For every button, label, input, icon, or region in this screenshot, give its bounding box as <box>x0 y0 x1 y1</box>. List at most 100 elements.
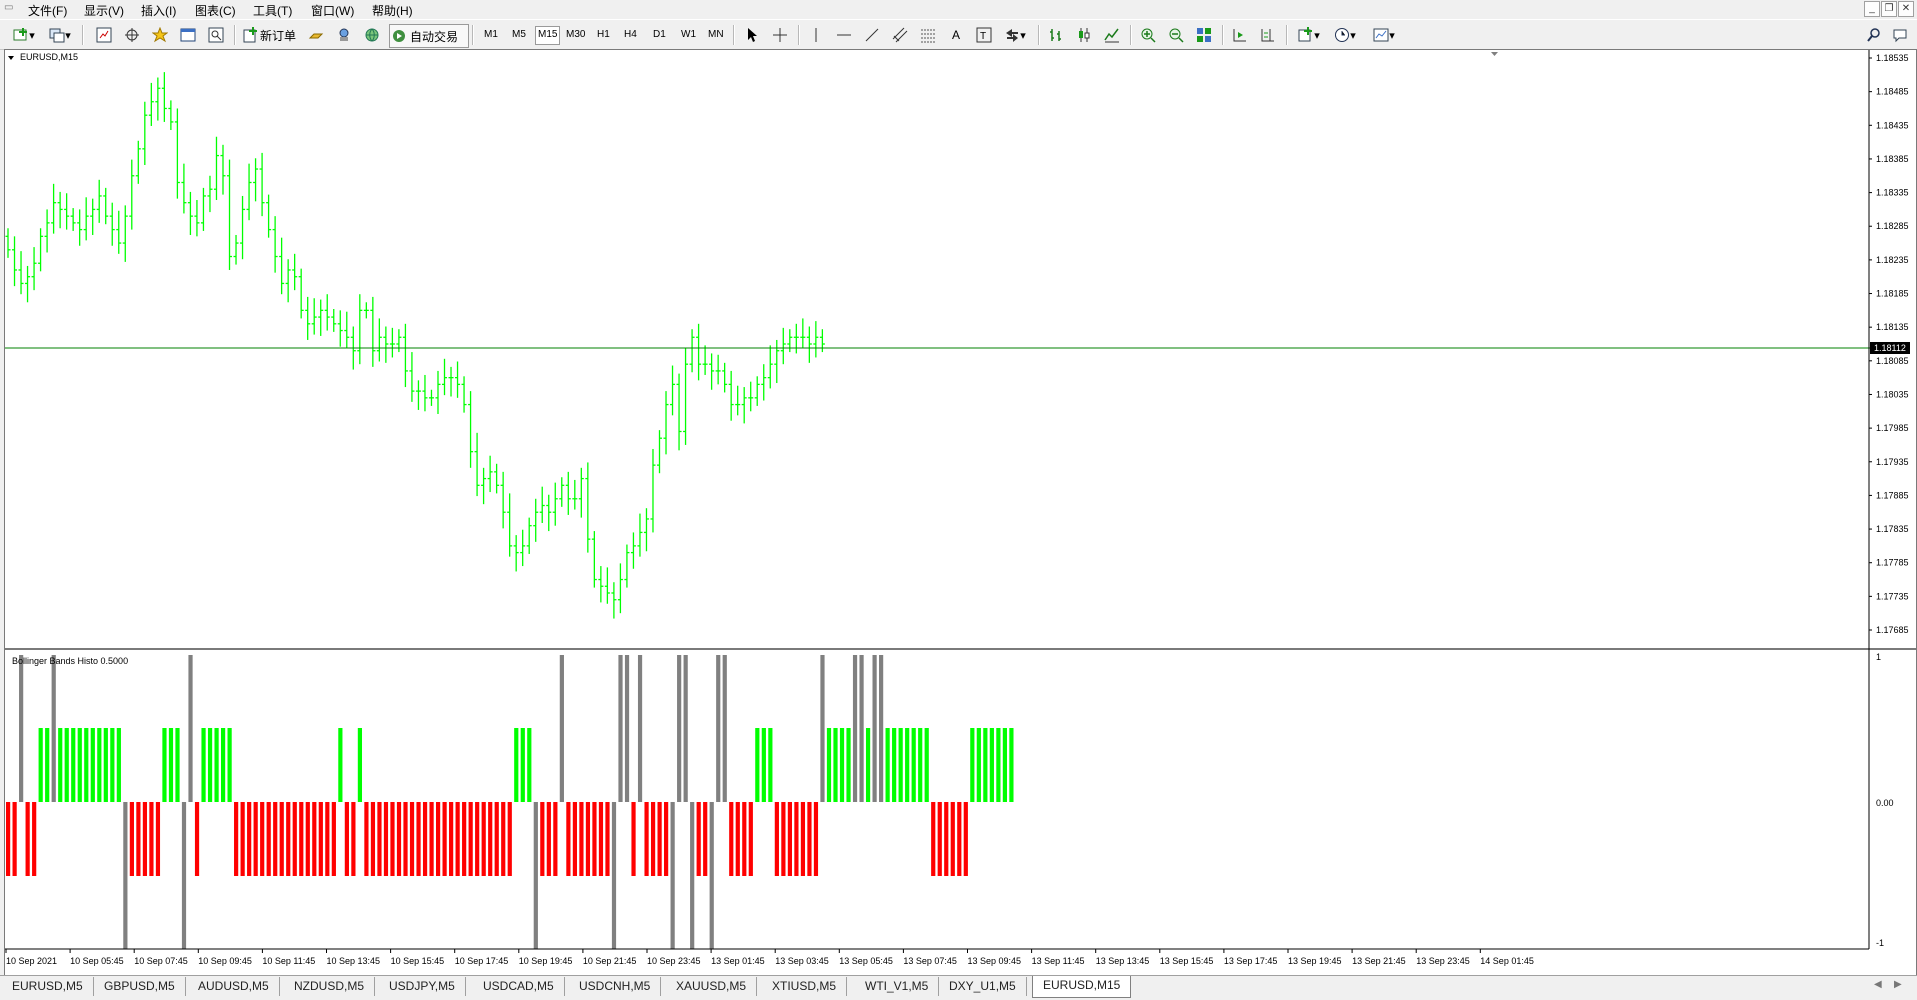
hist-bar-down <box>266 802 271 876</box>
timeframe-m15[interactable]: M15 <box>535 26 561 45</box>
chart-menu-triangle-icon[interactable] <box>8 56 14 60</box>
menu-charts[interactable]: 图表(C) <box>195 2 236 19</box>
time-axis-label: 13 Sep 23:45 <box>1416 956 1470 966</box>
candlestick-button[interactable] <box>1074 24 1094 46</box>
tab-scroll-left-icon[interactable]: ◀ <box>1874 979 1882 990</box>
price-chart[interactable]: 1.18535 1.18485 1.18435 1.18385 1.18335 1.182… <box>5 50 1916 978</box>
arrows-button[interactable]: ▾ <box>1002 24 1028 46</box>
chart-tab[interactable]: USDCNH,M5 <box>569 977 662 996</box>
menu-help[interactable]: 帮助(H) <box>372 2 413 19</box>
templates-icon <box>1373 28 1389 42</box>
hist-bar-neutral <box>611 802 617 949</box>
indicator-label: Bollinger Bands Histo 0.5000 <box>12 656 128 666</box>
menu-insert[interactable]: 插入(I) <box>141 2 176 19</box>
chat-button[interactable] <box>1890 24 1910 46</box>
price-bar <box>468 391 474 468</box>
signals-button[interactable] <box>334 24 354 46</box>
hist-bar-down <box>416 802 421 876</box>
tile-windows-button[interactable] <box>1194 24 1214 46</box>
timeframe-h4[interactable]: H4 <box>622 26 639 43</box>
minimize-icon[interactable]: _ <box>1864 1 1880 17</box>
hist-bar-down <box>735 802 740 876</box>
timeframe-m1[interactable]: M1 <box>482 26 500 43</box>
price-bar <box>793 323 799 354</box>
chart-tab[interactable]: XTIUSD,M5 <box>762 977 848 996</box>
zoom-in-button[interactable] <box>1138 24 1158 46</box>
chart-tab[interactable]: GBPUSD,M5 <box>94 977 186 996</box>
new-chart-button[interactable]: ▾ <box>8 24 40 46</box>
menu-view[interactable]: 显示(V) <box>84 2 124 19</box>
price-axis-label: 1.18335 <box>1876 188 1909 198</box>
horizontal-line-button[interactable] <box>834 24 854 46</box>
fibonacci-button[interactable] <box>918 24 938 46</box>
chart-tab[interactable]: USDCAD,M5 <box>473 977 565 996</box>
cursor-tool-button[interactable] <box>742 24 762 46</box>
hist-bar-neutral <box>123 802 128 949</box>
hist-bar-up <box>761 728 766 802</box>
timeframe-mn[interactable]: MN <box>706 26 726 43</box>
timeframe-m5[interactable]: M5 <box>510 26 528 43</box>
price-bar <box>5 228 11 258</box>
timeframe-d1[interactable]: D1 <box>651 26 668 43</box>
restore-icon[interactable]: ❐ <box>1881 1 1897 17</box>
terminal-button[interactable] <box>178 24 198 46</box>
profiles-button[interactable]: ▾ <box>44 24 76 46</box>
tester-button[interactable] <box>206 24 226 46</box>
templates-button[interactable]: ▾ <box>1368 24 1400 46</box>
price-bar <box>305 296 311 340</box>
text-label-button[interactable]: T <box>974 24 994 46</box>
indicators-button[interactable]: ▾ <box>1294 24 1324 46</box>
price-bar <box>533 498 539 542</box>
price-bar <box>617 563 623 614</box>
hist-bar-down <box>409 802 415 876</box>
price-bar <box>383 326 389 363</box>
timeframe-w1[interactable]: W1 <box>679 26 698 43</box>
timeframe-h1[interactable]: H1 <box>595 26 612 43</box>
channel-button[interactable] <box>890 24 910 46</box>
chart-shift-marker-icon[interactable] <box>1491 52 1498 56</box>
chart-tab[interactable]: XAUUSD,M5 <box>666 977 758 996</box>
trendline-button[interactable] <box>862 24 882 46</box>
menu-file[interactable]: 文件(F) <box>28 2 67 19</box>
chart-tab[interactable]: NZDUSD,M5 <box>284 977 376 996</box>
crosshair-tool-button[interactable] <box>770 24 790 46</box>
timeframe-m30[interactable]: M30 <box>564 26 587 43</box>
price-bar <box>253 158 259 202</box>
menu-window[interactable]: 窗口(W) <box>311 2 354 19</box>
app-menu-icon[interactable]: ▭ <box>4 2 13 13</box>
close-icon[interactable]: ✕ <box>1898 1 1914 17</box>
navigator-button[interactable] <box>122 24 142 46</box>
hist-bar-down <box>774 802 779 876</box>
chart-tab[interactable]: USDJPY,M5 <box>379 977 466 996</box>
bar-chart-button[interactable] <box>1046 24 1066 46</box>
chart-shift-button[interactable] <box>1258 24 1278 46</box>
vertical-line-button[interactable] <box>806 24 826 46</box>
tab-scroll-right-icon[interactable]: ▶ <box>1894 979 1902 990</box>
hist-bar-neutral <box>716 655 721 802</box>
price-bars-group <box>5 72 825 619</box>
auto-trading-button[interactable]: 自动交易 <box>389 24 469 48</box>
hist-bar-down <box>429 802 434 876</box>
chart-tab[interactable]: DXY_U1,M5 <box>939 977 1027 996</box>
indicator-axis-label: 0.00 <box>1876 798 1894 808</box>
text-tool-button[interactable]: A <box>946 24 966 46</box>
vps-button[interactable] <box>362 24 382 46</box>
vertical-line-icon <box>815 28 817 42</box>
periods-button[interactable]: ▾ <box>1330 24 1360 46</box>
zoom-out-button[interactable] <box>1166 24 1186 46</box>
chart-tab[interactable]: EURUSD,M5 <box>2 977 94 996</box>
chart-window[interactable]: 1.18535 1.18485 1.18435 1.18385 1.18335 1.182… <box>4 49 1917 979</box>
gold-button[interactable] <box>306 24 326 46</box>
search-button[interactable] <box>1864 24 1884 46</box>
favorites-button[interactable] <box>150 24 170 46</box>
chart-tab[interactable]: AUDUSD,M5 <box>188 977 280 996</box>
line-chart-button[interactable] <box>1102 24 1122 46</box>
chart-tab[interactable]: WTI_V1,M5 <box>855 977 940 996</box>
price-bar <box>187 191 193 235</box>
new-order-button[interactable]: 新订单 <box>242 24 300 46</box>
chart-tab[interactable]: EURUSD,M15 <box>1032 976 1132 998</box>
market-watch-button[interactable] <box>94 24 114 46</box>
autoscroll-button[interactable] <box>1230 24 1250 46</box>
menu-tools[interactable]: 工具(T) <box>253 2 292 19</box>
price-axis-label: 1.18435 <box>1876 120 1909 130</box>
